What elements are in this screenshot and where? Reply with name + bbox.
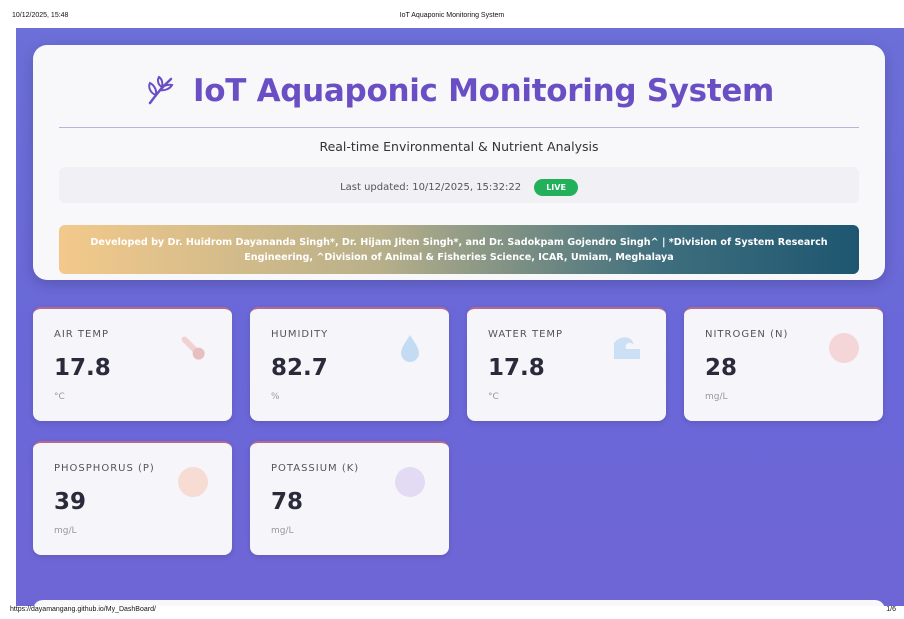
metric-value: 39 <box>54 489 87 515</box>
metric-label: AIR TEMP <box>54 329 110 340</box>
metric-unit: °C <box>54 392 65 402</box>
metric-unit: mg/L <box>705 392 728 402</box>
metric-card-humidity: HUMIDITY 82.7 % <box>250 307 449 421</box>
metric-value: 78 <box>271 489 304 515</box>
metric-unit: °C <box>488 392 499 402</box>
metric-card-air-temp: AIR TEMP 17.8 °C <box>33 307 232 421</box>
water-drop-icon <box>401 335 419 362</box>
plant-sprout-icon <box>148 75 174 105</box>
print-document-title: IoT Aquaponic Monitoring System <box>399 12 505 19</box>
metric-unit: mg/L <box>54 526 77 536</box>
title-divider <box>59 127 859 128</box>
header-card: IoT Aquaponic Monitoring System Real-tim… <box>33 45 885 280</box>
metric-value: 28 <box>705 355 738 381</box>
thermometer-icon <box>181 336 205 360</box>
print-footer: https://dayamangang.github.io/My_DashBoa… <box>0 603 904 619</box>
last-updated-text: Last updated: 10/12/2025, 15:32:22 <box>340 182 522 193</box>
orange-circle-icon <box>178 467 208 497</box>
metric-card-potassium: POTASSIUM (K) 78 mg/L <box>250 441 449 555</box>
metric-label: WATER TEMP <box>488 329 564 340</box>
credits-banner: Developed by Dr. Huidrom Dayananda Singh… <box>59 225 859 274</box>
metric-card-nitrogen: NITROGEN (N) 28 mg/L <box>684 307 883 421</box>
metric-card-water-temp: WATER TEMP 17.8 °C <box>467 307 666 421</box>
metric-label: PHOSPHORUS (P) <box>54 463 155 474</box>
metric-label: NITROGEN (N) <box>705 329 789 340</box>
page-title: IoT Aquaponic Monitoring System <box>193 73 775 109</box>
title-row: IoT Aquaponic Monitoring System <box>33 73 885 109</box>
red-circle-icon <box>829 333 859 363</box>
metric-value: 17.8 <box>54 355 111 381</box>
status-bar: Last updated: 10/12/2025, 15:32:22 LIVE <box>59 167 859 203</box>
metric-label: POTASSIUM (K) <box>271 463 360 474</box>
metric-label: HUMIDITY <box>271 329 329 340</box>
purple-circle-icon <box>395 467 425 497</box>
print-url: https://dayamangang.github.io/My_DashBoa… <box>10 606 156 613</box>
metric-card-phosphorus: PHOSPHORUS (P) 39 mg/L <box>33 441 232 555</box>
metric-unit: mg/L <box>271 526 294 536</box>
page-subtitle: Real-time Environmental & Nutrient Analy… <box>319 139 599 154</box>
print-page-number: 1/6 <box>886 606 896 613</box>
metric-unit: % <box>271 392 280 402</box>
dashboard-background: IoT Aquaponic Monitoring System Real-tim… <box>16 28 904 606</box>
metric-value: 82.7 <box>271 355 328 381</box>
wave-icon <box>614 337 640 359</box>
live-badge: LIVE <box>534 179 578 196</box>
print-header: 10/12/2025, 15:48 IoT Aquaponic Monitori… <box>0 12 904 26</box>
metric-value: 17.8 <box>488 355 545 381</box>
